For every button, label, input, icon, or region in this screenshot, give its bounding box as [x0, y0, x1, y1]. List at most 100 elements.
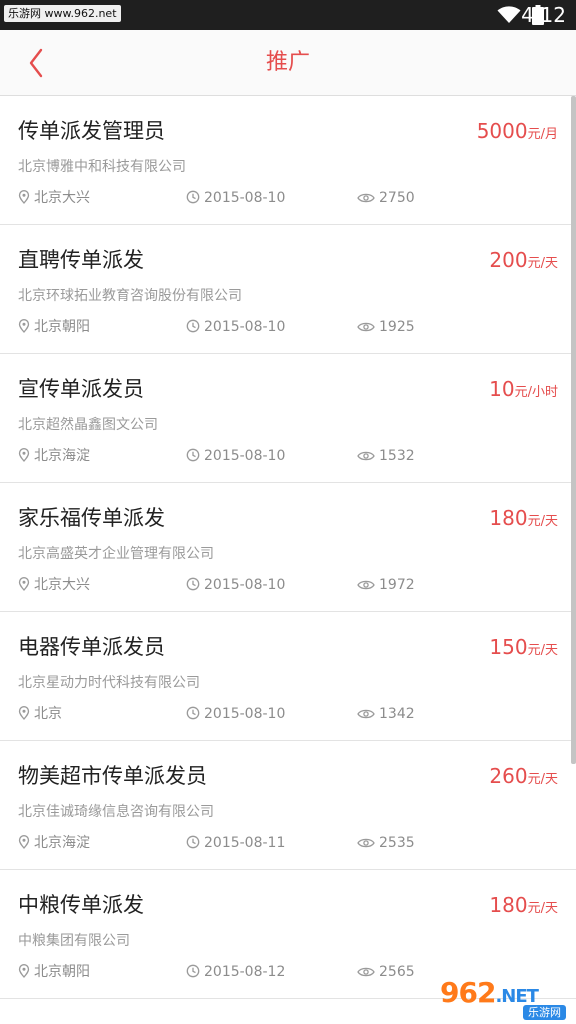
scrollbar[interactable] [571, 96, 576, 764]
job-salary: 150元/天 [489, 634, 558, 664]
views-count: 1342 [379, 706, 415, 722]
job-salary: 10元/小时 [489, 376, 558, 406]
eye-icon [357, 967, 375, 977]
views-count: 2565 [379, 964, 415, 980]
job-location: 北京朝阳 [18, 318, 90, 336]
job-location: 北京海淀 [18, 834, 90, 852]
job-title: 物美超市传单派发员 [18, 764, 207, 788]
location-pin-icon [18, 448, 30, 462]
views-count: 1972 [379, 577, 415, 593]
wifi-icon [497, 6, 521, 23]
date-text: 2015-08-10 [204, 190, 286, 206]
page-title: 推广 [265, 50, 310, 75]
salary-unit: 元/月 [527, 127, 558, 142]
job-location: 北京朝阳 [18, 963, 90, 981]
clock-icon [186, 190, 200, 204]
eye-icon [357, 838, 375, 848]
location-text: 北京大兴 [34, 577, 90, 593]
status-time: 4:12 [521, 3, 566, 27]
date-text: 2015-08-11 [204, 835, 286, 851]
job-title: 电器传单派发员 [18, 635, 165, 659]
job-salary: 5000元/月 [477, 118, 558, 148]
watermark-text: 乐游网 www.962.net [4, 5, 121, 22]
location-text: 北京 [34, 706, 62, 722]
job-location: 北京大兴 [18, 189, 90, 207]
job-date: 2015-08-10 [186, 576, 285, 594]
title-bar: 推广 [0, 30, 576, 96]
job-salary: 180元/天 [489, 892, 558, 922]
location-pin-icon [18, 706, 30, 720]
clock-icon [186, 964, 200, 978]
logo-suffix: .NET [495, 986, 538, 1007]
salary-unit: 元/小时 [514, 385, 558, 400]
eye-icon [357, 580, 375, 590]
views-count: 1532 [379, 448, 415, 464]
company-name: 北京星动力时代科技有限公司 [18, 675, 200, 691]
location-text: 北京朝阳 [34, 319, 90, 335]
job-item[interactable]: 直聘传单派发 200元/天 北京环球拓业教育咨询股份有限公司 北京朝阳 2015-08-… [0, 225, 576, 354]
location-text: 北京海淀 [34, 448, 90, 464]
job-date: 2015-08-10 [186, 318, 285, 336]
job-item[interactable]: 电器传单派发员 150元/天北京星动力时代科技有限公司北京 2015-08-10 13… [0, 612, 576, 741]
date-text: 2015-08-10 [204, 319, 286, 335]
job-title: 传单派发管理员 [18, 119, 165, 143]
site-logo: 962.NET 乐游网 [440, 976, 570, 1020]
location-pin-icon [18, 190, 30, 204]
job-views: 1342 [357, 705, 415, 723]
eye-icon [357, 193, 375, 203]
salary-unit: 元/天 [527, 256, 558, 271]
status-bar: 乐游网 www.962.net 4:12 [0, 0, 576, 30]
job-views: 2565 [357, 963, 415, 981]
date-text: 2015-08-12 [204, 964, 286, 980]
company-name: 北京超然晶鑫图文公司 [18, 417, 158, 433]
job-views: 2750 [357, 189, 415, 207]
job-title: 直聘传单派发 [18, 248, 144, 272]
views-count: 2535 [379, 835, 415, 851]
job-item[interactable]: 传单派发管理员 5000元/月北京博雅中和科技有限公司北京大兴 2015-08-10… [0, 96, 576, 225]
job-item[interactable]: 宣传单派发员 10元/小时北京超然晶鑫图文公司北京海淀 2015-08-10 1532 [0, 354, 576, 483]
job-date: 2015-08-10 [186, 189, 285, 207]
views-count: 2750 [379, 190, 415, 206]
location-pin-icon [18, 577, 30, 591]
company-name: 北京佳诚琦缘信息咨询有限公司 [18, 804, 214, 820]
job-date: 2015-08-10 [186, 447, 285, 465]
logo-sub-text: 乐游网 [523, 1005, 566, 1020]
job-item[interactable]: 家乐福传单派发 180元/天 北京高盛英才企业管理有限公司 北京大兴 2015-08-1… [0, 483, 576, 612]
location-pin-icon [18, 964, 30, 978]
date-text: 2015-08-10 [204, 448, 286, 464]
job-views: 1532 [357, 447, 415, 465]
salary-unit: 元/天 [527, 514, 558, 529]
logo-main-text: 962.NET [440, 976, 539, 1009]
job-title: 宣传单派发员 [18, 377, 144, 401]
salary-amount: 200 [489, 248, 528, 272]
job-views: 2535 [357, 834, 415, 852]
job-item[interactable]: 物美超市传单派发员 260元/天 北京佳诚琦缘信息咨询有限公司 北京海淀 2015-08… [0, 741, 576, 870]
job-salary: 200元/天 [489, 247, 558, 277]
location-pin-icon [18, 319, 30, 333]
salary-amount: 180 [489, 506, 528, 530]
company-name: 北京博雅中和科技有限公司 [18, 159, 186, 175]
eye-icon [357, 322, 375, 332]
clock-icon [186, 835, 200, 849]
job-location: 北京海淀 [18, 447, 90, 465]
job-salary: 180元/天 [489, 505, 558, 535]
salary-amount: 10 [489, 377, 515, 401]
eye-icon [357, 709, 375, 719]
location-text: 北京海淀 [34, 835, 90, 851]
job-views: 1925 [357, 318, 415, 336]
location-text: 北京大兴 [34, 190, 90, 206]
salary-amount: 260 [489, 764, 528, 788]
job-title: 中粮传单派发 [18, 893, 144, 917]
clock-icon [186, 706, 200, 720]
job-title: 家乐福传单派发 [18, 506, 165, 530]
salary-amount: 5000 [476, 119, 528, 143]
location-text: 北京朝阳 [34, 964, 90, 980]
job-location: 北京大兴 [18, 576, 90, 594]
company-name: 中粮集团有限公司 [18, 933, 130, 949]
job-date: 2015-08-12 [186, 963, 285, 981]
job-views: 1972 [357, 576, 415, 594]
job-date: 2015-08-11 [186, 834, 285, 852]
salary-amount: 150 [489, 635, 528, 659]
views-count: 1925 [379, 319, 415, 335]
date-text: 2015-08-10 [204, 706, 286, 722]
